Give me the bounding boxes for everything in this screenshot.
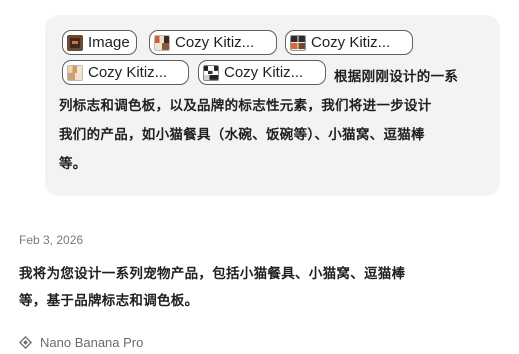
prompt-text-line: 列标志和调色板，以及品牌的标志性元素，我们将进一步设计 xyxy=(59,98,432,114)
prompt-text-line: 等。 xyxy=(59,156,87,172)
attachment-chip-cozy-kitiz-2[interactable]: Cozy Kitiz... xyxy=(285,30,413,55)
attachment-chip-cozy-kitiz-4[interactable]: Cozy Kitiz... xyxy=(198,60,326,85)
cozy-kitiz-thumbnail-icon xyxy=(154,34,170,51)
cozy-kitiz-thumbnail-icon xyxy=(203,64,219,81)
attachment-label: Cozy Kitiz... xyxy=(175,34,255,51)
prompt-text-line: 根据刚刚设计的一系 xyxy=(334,69,459,85)
attachment-label: Cozy Kitiz... xyxy=(88,64,168,81)
response-text-line: 等，基于品牌标志和调色板。 xyxy=(19,293,199,309)
model-attribution: Nano Banana Pro xyxy=(19,335,143,350)
prompt-text-line: 我们的产品，如小猫餐具（水碗、饭碗等）、小猫窝、逗猫棒 xyxy=(59,127,425,143)
sparkle-diamond-icon xyxy=(19,336,32,349)
attachment-label: Cozy Kitiz... xyxy=(224,64,304,81)
image-thumbnail-icon xyxy=(67,34,83,51)
chat-view: Image Cozy Kitiz... Cozy Kitiz... Cozy K… xyxy=(0,0,519,354)
attachment-label: Cozy Kitiz... xyxy=(311,34,391,51)
message-timestamp: Feb 3, 2026 xyxy=(19,233,84,247)
attachment-chip-image[interactable]: Image xyxy=(62,30,137,55)
cozy-kitiz-thumbnail-icon xyxy=(290,34,306,51)
attachment-chip-cozy-kitiz-1[interactable]: Cozy Kitiz... xyxy=(149,30,277,55)
attachment-label: Image xyxy=(88,34,130,51)
cozy-kitiz-thumbnail-icon xyxy=(67,64,83,81)
model-name: Nano Banana Pro xyxy=(40,335,144,350)
attachment-chip-cozy-kitiz-3[interactable]: Cozy Kitiz... xyxy=(62,60,189,85)
user-message-bubble: Image Cozy Kitiz... Cozy Kitiz... Cozy K… xyxy=(45,15,500,196)
response-text-line: 我将为您设计一系列宠物产品，包括小猫餐具、小猫窝、逗猫棒 xyxy=(19,266,406,282)
